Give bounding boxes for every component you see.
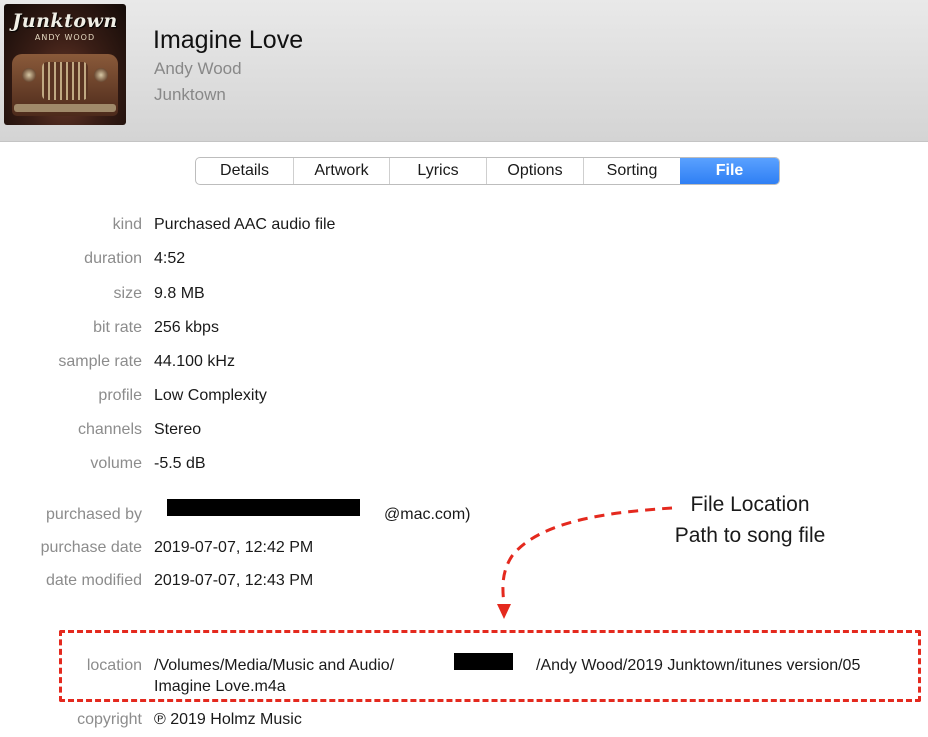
annotation-arrow xyxy=(497,506,673,619)
annotation-arrow-path xyxy=(501,506,673,607)
annotation-arrowhead xyxy=(497,604,511,619)
annotation-title: File Location xyxy=(690,493,810,516)
annotation-subtitle: Path to song file xyxy=(674,524,826,547)
